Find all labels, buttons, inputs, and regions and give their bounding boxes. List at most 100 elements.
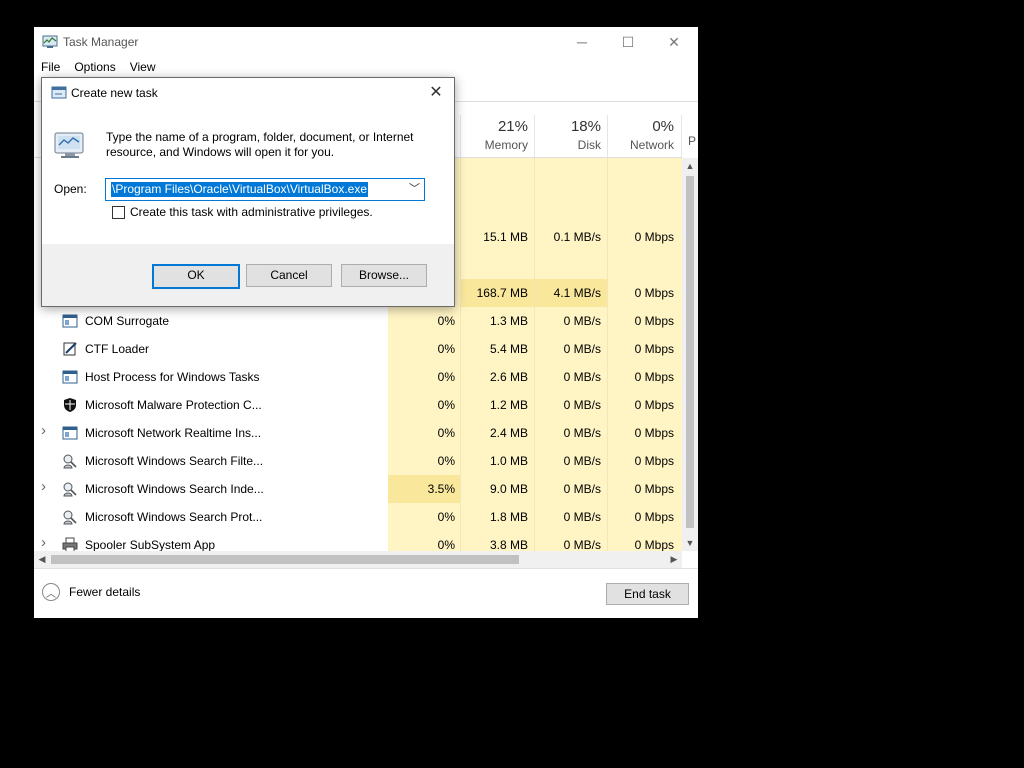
open-combobox[interactable]: \Program Files\Oracle\VirtualBox\Virtual…	[105, 178, 425, 201]
expand-chevron-icon[interactable]: ›	[41, 478, 46, 495]
scroll-right-icon[interactable]: ▶	[666, 551, 682, 568]
network-value: 0 Mbps	[634, 482, 674, 496]
chevron-down-icon[interactable]: ﹀	[409, 180, 420, 196]
table-row[interactable]: › Microsoft Windows Search Inde... 3.5% 9.0…	[34, 475, 682, 503]
table-row[interactable]: CTF Loader 0% 5.4 MB 0 MB/s 0 Mbps	[34, 335, 682, 363]
run-program-icon	[54, 132, 84, 158]
run-icon	[51, 86, 67, 99]
minimize-button[interactable]: ─	[559, 27, 605, 57]
scroll-left-icon[interactable]: ◀	[34, 551, 50, 568]
expand-chevron-icon[interactable]: ›	[41, 422, 46, 439]
menu-view[interactable]: View	[123, 58, 163, 78]
network-value: 0 Mbps	[634, 426, 674, 440]
search-person-icon	[63, 454, 77, 469]
column-header-disk[interactable]: 18% Disk	[535, 117, 601, 153]
process-name: Microsoft Network Realtime Ins...	[85, 426, 262, 440]
cpu-value: 0%	[437, 370, 455, 384]
network-value: 0 Mbps	[634, 314, 674, 328]
process-name: Microsoft Windows Search Filte...	[85, 454, 264, 468]
search-person-icon	[63, 510, 77, 525]
memory-value: 1.8 MB	[489, 510, 528, 524]
disk-value: 0 MB/s	[563, 342, 601, 356]
cpu-value: 3.5%	[427, 482, 455, 496]
menu-file[interactable]: File	[34, 58, 67, 78]
dialog-message: Type the name of a program, folder, docu…	[106, 130, 414, 159]
vertical-scroll-thumb[interactable]	[686, 176, 694, 528]
disk-value: 0 MB/s	[563, 538, 601, 552]
horizontal-scrollbar[interactable]: ◀ ▶	[34, 551, 682, 568]
maximize-icon: ☐	[621, 33, 635, 50]
dialog-close-button[interactable]: ✕	[424, 82, 448, 104]
process-name: Spooler SubSystem App	[85, 538, 216, 552]
dialog-title-bar[interactable]: Create new task ✕	[42, 78, 454, 108]
table-row[interactable]: Host Process for Windows Tasks 0% 2.6 MB 0 …	[34, 363, 682, 391]
disk-header-label: Disk	[577, 138, 601, 152]
memory-value: 1.3 MB	[489, 314, 528, 328]
vertical-scrollbar[interactable]: ▲ ▼	[682, 158, 698, 551]
column-header-network[interactable]: 0% Network	[608, 117, 674, 153]
chevron-up-icon: ︿	[42, 583, 60, 601]
network-value: 0 Mbps	[634, 230, 674, 244]
memory-value: 1.2 MB	[489, 398, 528, 412]
process-name: COM Surrogate	[85, 314, 170, 328]
table-row[interactable]: Microsoft Windows Search Filte... 0% 1.0 M…	[34, 447, 682, 475]
process-name: Microsoft Malware Protection C...	[85, 398, 262, 412]
horizontal-scroll-thumb[interactable]	[51, 555, 519, 564]
browse-button[interactable]: Browse...	[341, 264, 427, 287]
ok-button[interactable]: OK	[152, 264, 240, 289]
disk-value: 0 MB/s	[563, 482, 601, 496]
table-row[interactable]: Microsoft Windows Search Prot... 0% 1.8 MB…	[34, 503, 682, 531]
memory-value: 9.0 MB	[489, 482, 528, 496]
disk-value: 0 MB/s	[563, 398, 601, 412]
scroll-up-icon[interactable]: ▲	[682, 158, 698, 174]
app-window-icon	[62, 426, 78, 440]
memory-value: 2.4 MB	[489, 426, 528, 440]
cpu-value: 0%	[437, 398, 455, 412]
cpu-value: 0%	[437, 342, 455, 356]
column-header-partial[interactable]: P	[688, 133, 698, 149]
fewer-details-toggle[interactable]: ︿ Fewer details	[42, 583, 140, 601]
shield-icon	[64, 398, 76, 412]
memory-value: 1.0 MB	[489, 454, 528, 468]
memory-value: 2.6 MB	[489, 370, 528, 384]
network-value: 0 Mbps	[634, 538, 674, 552]
cancel-button[interactable]: Cancel	[246, 264, 332, 287]
admin-privileges-checkbox[interactable]	[112, 205, 125, 219]
process-name: Host Process for Windows Tasks	[85, 370, 260, 384]
create-new-task-dialog: Create new task ✕ Type the name of a pro…	[41, 77, 455, 307]
table-row[interactable]: › Microsoft Network Realtime Ins... 0% 2.4 …	[34, 419, 682, 447]
table-row[interactable]: Microsoft Malware Protection C... 0% 1.2 M…	[34, 391, 682, 419]
network-value: 0 Mbps	[634, 286, 674, 300]
header-separator	[607, 115, 608, 157]
footer-divider	[34, 568, 698, 569]
column-header-memory[interactable]: 21% Memory	[461, 117, 528, 153]
table-row[interactable]: COM Surrogate 0% 1.3 MB 0 MB/s 0 Mbps	[34, 307, 682, 335]
cpu-value: 0%	[437, 510, 455, 524]
expand-chevron-icon[interactable]: ›	[41, 534, 46, 551]
menu-options[interactable]: Options	[67, 58, 122, 78]
end-task-button[interactable]: End task	[606, 583, 689, 605]
disk-value: 0 MB/s	[563, 426, 601, 440]
process-name: CTF Loader	[85, 342, 150, 356]
memory-value: 5.4 MB	[489, 342, 528, 356]
partial-header-label: P	[688, 134, 697, 148]
search-person-icon	[63, 482, 77, 497]
title-bar[interactable]: Task Manager ─ ☐ ✕	[34, 27, 698, 57]
close-icon: ✕	[429, 84, 443, 101]
memory-value: 3.8 MB	[489, 538, 528, 552]
menu-bar: File Options View	[34, 58, 163, 78]
disk-value: 0 MB/s	[563, 510, 601, 524]
header-separator	[534, 115, 535, 157]
maximize-button[interactable]: ☐	[605, 27, 651, 57]
disk-value: 0.1 MB/s	[553, 230, 601, 244]
admin-privileges-option[interactable]: Create this task with administrative pri…	[112, 205, 373, 219]
cpu-value: 0%	[437, 426, 455, 440]
memory-usage-total: 21%	[497, 118, 528, 135]
scroll-down-icon[interactable]: ▼	[682, 535, 698, 551]
open-input-value[interactable]: \Program Files\Oracle\VirtualBox\Virtual…	[111, 182, 368, 197]
close-button[interactable]: ✕	[651, 27, 697, 57]
memory-value: 168.7 MB	[476, 286, 528, 300]
process-name: Microsoft Windows Search Prot...	[85, 510, 263, 524]
network-usage-total: 0%	[652, 118, 674, 135]
dialog-title: Create new task	[71, 86, 158, 100]
